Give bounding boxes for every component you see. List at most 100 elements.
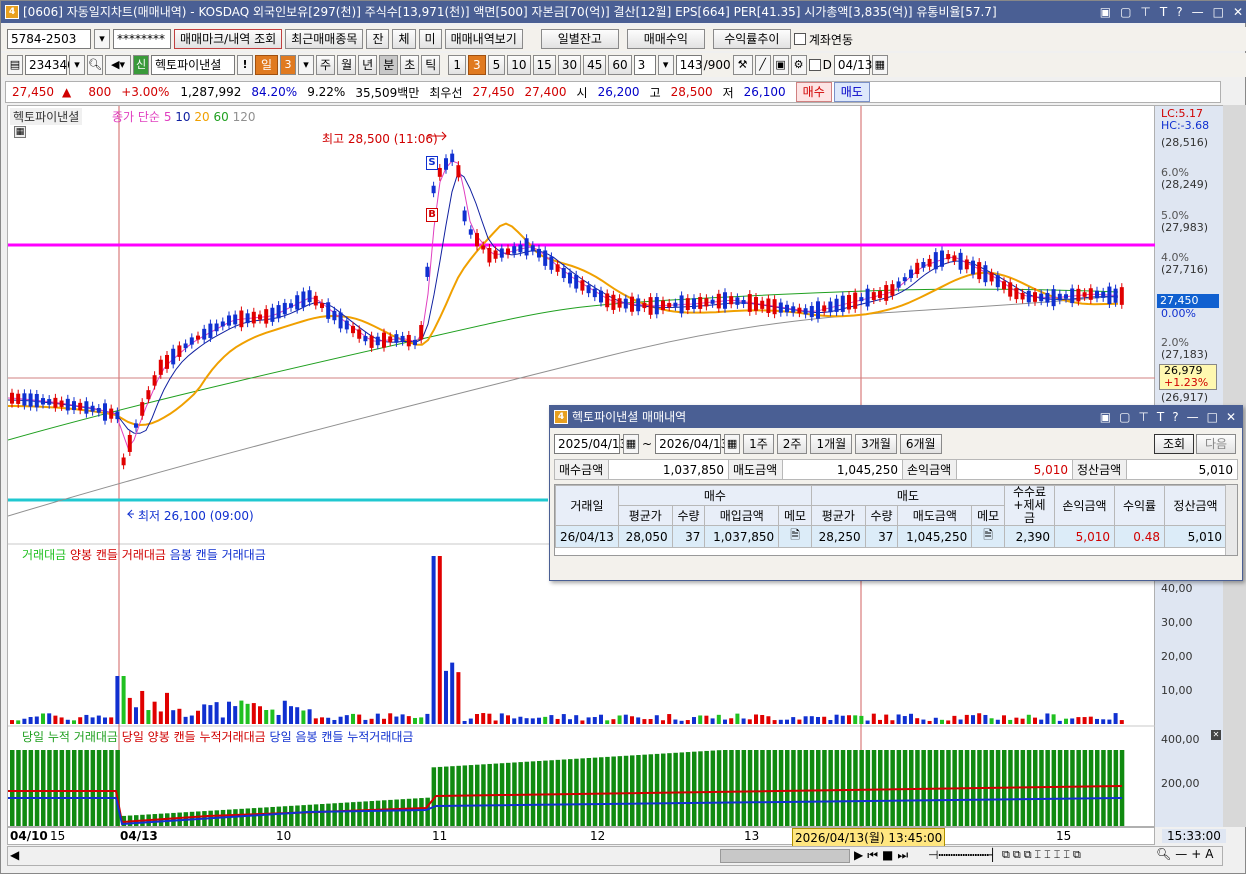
candle	[264, 309, 269, 324]
period-second-button[interactable]: 초	[400, 55, 420, 75]
settle-amount: 5,010	[1126, 459, 1238, 480]
period-6m-button[interactable]: 6개월	[899, 434, 942, 454]
volume-bar	[326, 717, 331, 724]
minimize-button[interactable]: —	[1192, 1, 1204, 23]
period-1m-button[interactable]: 1개월	[810, 434, 853, 454]
period-2w-button[interactable]: 2주	[776, 434, 808, 454]
cum-volume-bar	[698, 751, 703, 826]
grid-toggle-icon[interactable]: ▦	[14, 126, 26, 138]
view-trades-button[interactable]: 매매내역보기	[444, 29, 523, 49]
period-week-button[interactable]: 주	[316, 55, 336, 75]
account-link-checkbox[interactable]	[793, 33, 806, 45]
copy-icon[interactable]: ▢	[1120, 1, 1131, 23]
period-3m-button[interactable]: 3개월	[855, 434, 897, 454]
period-month-button[interactable]: 월	[337, 55, 357, 75]
sell-marker[interactable]: S	[426, 156, 438, 170]
recent-trades-button[interactable]: 최근매매종목	[285, 29, 364, 49]
close-button[interactable]: ✕	[1233, 1, 1243, 23]
trend-line-icon[interactable]: ╱	[754, 55, 771, 75]
account-select[interactable]: 5784-2503	[7, 29, 91, 49]
buy-button[interactable]: 매수	[795, 82, 832, 102]
pin-icon[interactable]: ⊤	[1140, 1, 1150, 23]
unfilled-button[interactable]: 미	[418, 29, 442, 49]
time-axis[interactable]: 04/10 15 04/13 10 11 12 13 14 15 15:33:0…	[7, 827, 1226, 847]
range-input[interactable]: 143	[675, 55, 703, 75]
zoom-icons[interactable]: 🔍︎—+A	[1156, 847, 1218, 861]
period-minute-button[interactable]: 분	[379, 55, 399, 75]
zoom-slider[interactable]: ⊣┅┅┅┅┅┅┅┤	[928, 848, 996, 862]
pin-icon[interactable]: ⊤	[1138, 406, 1148, 428]
chart-tool-icons[interactable]: ⧉⧉⧉⌶⌶⌶⌶⧉	[1002, 848, 1084, 862]
pane-close-icon[interactable]: ✕	[1211, 730, 1221, 740]
interval-10[interactable]: 10	[507, 55, 531, 75]
period-1w-button[interactable]: 1주	[743, 434, 774, 454]
candle	[394, 334, 399, 343]
period-year-button[interactable]: 년	[358, 55, 378, 75]
chevron-down-icon[interactable]: ▾	[298, 55, 315, 75]
cum-volume-bar	[34, 750, 40, 826]
memo-icon[interactable]: 🗎	[778, 525, 812, 548]
d-checkbox[interactable]	[808, 59, 821, 71]
count-select[interactable]: 3	[633, 55, 656, 75]
alert-button[interactable]: !	[237, 55, 253, 75]
balance-button[interactable]: 잔	[366, 29, 390, 49]
calendar-icon[interactable]: ▦	[724, 434, 741, 454]
calendar-icon[interactable]: ▦	[871, 55, 888, 75]
table-row[interactable]: 26/04/13 28,050 37 1,037,850 🗎 28,250 37…	[555, 525, 1227, 548]
stock-name[interactable]: 헥토파이낸셜	[151, 55, 235, 75]
interval-5[interactable]: 5	[487, 55, 506, 75]
stock-list-icon[interactable]: ▤	[7, 55, 23, 75]
copy-icon[interactable]: ▢	[1119, 406, 1130, 428]
search-icon[interactable]: 🔍︎	[87, 55, 103, 75]
interval-1[interactable]: 1	[448, 55, 466, 75]
table-scrollbar[interactable]	[1225, 485, 1237, 555]
calendar-icon[interactable]: ▦	[623, 434, 639, 454]
interval-3[interactable]: 3	[467, 55, 486, 75]
stock-code-input[interactable]: 234340	[25, 55, 75, 75]
playback-controls[interactable]: ▶⏮■⏭	[854, 848, 912, 863]
maximize-button[interactable]: □	[1207, 406, 1218, 428]
trade-mark-query-button[interactable]: 매매마크/내역 조회	[174, 29, 283, 49]
minimize-button[interactable]: —	[1187, 406, 1199, 428]
link-icon[interactable]: ▣	[1100, 406, 1111, 428]
maximize-button[interactable]: □	[1213, 1, 1224, 23]
interval-60[interactable]: 60	[608, 55, 632, 75]
chevron-down-icon[interactable]: ▾	[94, 29, 110, 49]
next-button[interactable]: 다음	[1196, 434, 1236, 454]
sell-button[interactable]: 매도	[833, 82, 870, 102]
trade-profit-button[interactable]: 매매수익	[626, 29, 705, 49]
chart-scrollbar[interactable]: ◀ ▶⏮■⏭ ⊣┅┅┅┅┅┅┅┤ ⧉⧉⧉⌶⌶⌶⌶⧉ 🔍︎—+A	[7, 846, 1223, 866]
daily-balance-button[interactable]: 일별잔고	[540, 29, 619, 49]
low-annotation: 최저 26,100 (09:00)	[138, 509, 254, 523]
drawing-tools-icon[interactable]: ⚒	[732, 55, 753, 75]
scroll-left-icon[interactable]: ◀	[10, 848, 19, 862]
chevron-down-icon[interactable]: ▾	[69, 55, 85, 75]
help-icon[interactable]: ?	[1172, 406, 1178, 428]
interval-45[interactable]: 45	[583, 55, 607, 75]
memo-icon[interactable]: 🗎	[971, 525, 1005, 548]
date-input[interactable]: 04/13	[833, 55, 872, 75]
query-button[interactable]: 조회	[1154, 434, 1194, 454]
password-field[interactable]: ********	[113, 29, 171, 49]
return-trend-button[interactable]: 수익률추이	[712, 29, 791, 49]
save-icon[interactable]: ▣	[772, 55, 789, 75]
chevron-down-icon[interactable]: ▾	[657, 55, 674, 75]
scroll-thumb[interactable]	[720, 849, 850, 863]
interval-30[interactable]: 30	[557, 55, 582, 75]
date-to-input[interactable]: 2026/04/13	[655, 434, 728, 454]
candle	[301, 291, 306, 308]
font-icon[interactable]: T	[1160, 1, 1167, 23]
executed-button[interactable]: 체	[392, 29, 416, 49]
buy-marker[interactable]: B	[426, 208, 438, 222]
close-button[interactable]: ✕	[1226, 406, 1236, 428]
speaker-icon[interactable]: ◀▾	[105, 55, 131, 75]
font-icon[interactable]: T	[1157, 406, 1164, 428]
period-tick-button[interactable]: 틱	[421, 55, 441, 75]
settings-gear-icon[interactable]: ⚙	[790, 55, 807, 75]
help-icon[interactable]: ?	[1176, 1, 1182, 23]
date-from-input[interactable]: 2025/04/13	[554, 434, 627, 454]
period-day-button[interactable]: 일	[255, 55, 279, 75]
interval-15[interactable]: 15	[532, 55, 556, 75]
link-icon[interactable]: ▣	[1100, 1, 1111, 23]
day-count[interactable]: 3	[280, 55, 297, 75]
